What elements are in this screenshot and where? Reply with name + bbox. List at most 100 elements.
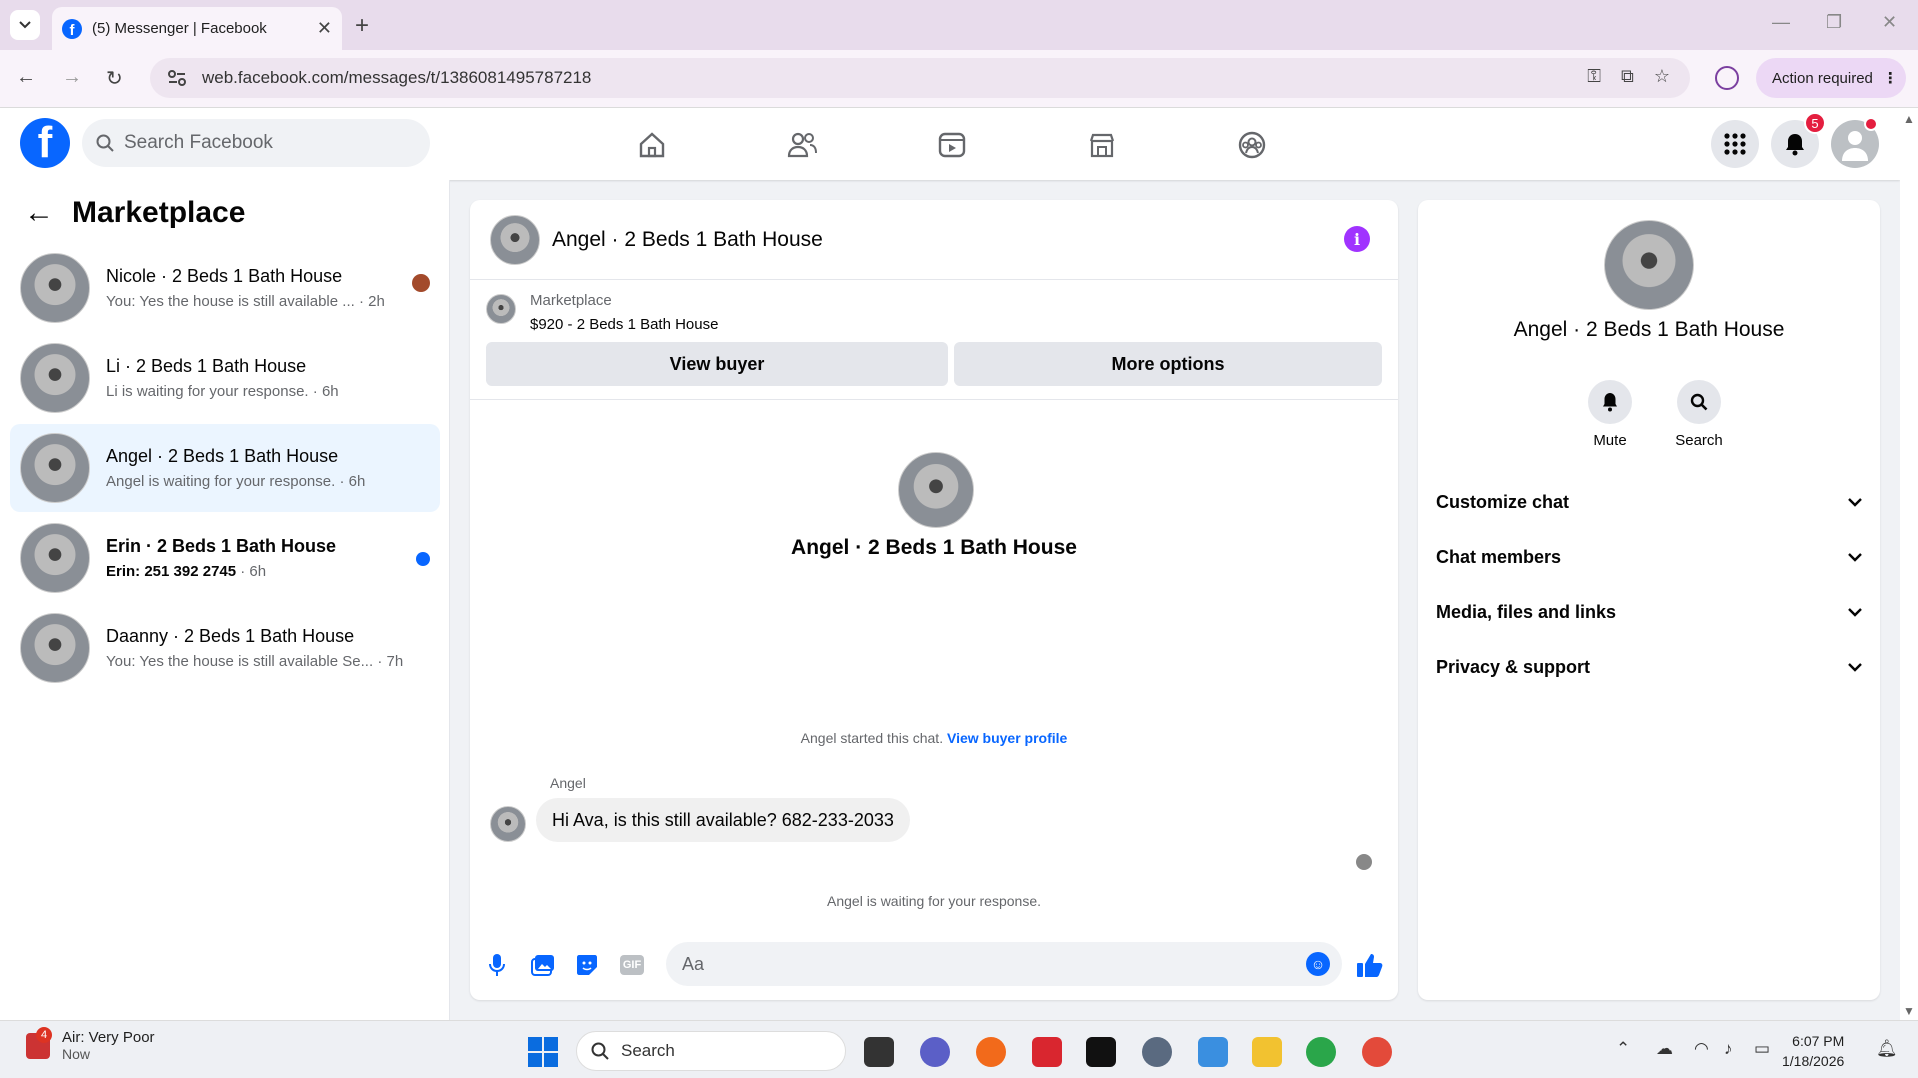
chat-members-section[interactable]: Chat members (1436, 535, 1862, 579)
more-options-button[interactable]: More options (954, 342, 1382, 386)
password-key-icon[interactable]: ⚿ (1587, 66, 1601, 87)
file-explorer-icon[interactable] (1252, 1037, 1282, 1067)
tray-overflow-chevron-icon[interactable]: ⌃ (1616, 1039, 1630, 1059)
new-tab-button[interactable]: + (355, 12, 369, 40)
battery-icon[interactable]: ▭ (1754, 1039, 1770, 1059)
chrome-icon[interactable] (1362, 1037, 1392, 1067)
onedrive-offline-icon[interactable]: ☁ (1656, 1039, 1673, 1059)
conversation-item-erin[interactable]: Erin · 2 Beds 1 Bath House Erin: 251 392… (10, 514, 440, 602)
view-buyer-profile-link[interactable]: View buyer profile (947, 730, 1067, 746)
task-view-icon[interactable] (864, 1037, 894, 1067)
settings-gear-icon[interactable] (1142, 1037, 1172, 1067)
conversation-preview: You: Yes the house is still available Se… (106, 653, 374, 670)
friends-icon[interactable] (782, 128, 822, 162)
facebook-favicon-icon: f (62, 18, 82, 39)
more-menu-icon[interactable]: ⋮ (1883, 69, 1898, 87)
wps-office-icon[interactable] (1032, 1037, 1062, 1067)
photo-attach-icon[interactable] (530, 952, 556, 978)
taskbar-clock[interactable]: 6:07 PM 1/18/2026 (1782, 1031, 1844, 1071)
browser-tab[interactable]: f (5) Messenger | Facebook ✕ (52, 7, 342, 50)
conversation-time: · 6h (240, 563, 267, 580)
thumbs-up-like-icon[interactable] (1356, 952, 1384, 985)
conversation-item-nicole[interactable]: Nicole · 2 Beds 1 Bath House You: Yes th… (10, 244, 440, 332)
mute-action[interactable]: Mute (1575, 380, 1645, 449)
action-required-button[interactable]: Action required ⋮ (1756, 58, 1906, 98)
conversation-preview: You: Yes the house is still available ..… (106, 293, 355, 310)
install-app-icon[interactable]: ⧉ (1621, 66, 1634, 87)
privacy-support-section[interactable]: Privacy & support (1436, 645, 1862, 689)
info-icon[interactable]: i (1344, 226, 1370, 252)
section-label: Chat members (1436, 546, 1562, 567)
tab-title: (5) Messenger | Facebook (92, 20, 267, 37)
chevron-down-icon (1848, 662, 1862, 672)
message-input[interactable]: Aa ☺ (666, 942, 1342, 986)
conversation-item-angel[interactable]: Angel · 2 Beds 1 Bath House Angel is wai… (10, 424, 440, 512)
bookmark-star-icon[interactable]: ☆ (1654, 66, 1670, 87)
site-info-icon[interactable] (168, 70, 186, 86)
search-icon[interactable] (1677, 380, 1721, 424)
scroll-up-arrow-icon[interactable]: ▲ (1903, 112, 1915, 126)
scroll-down-arrow-icon[interactable]: ▼ (1903, 1004, 1915, 1018)
weather-widget[interactable]: 4 Air: Very Poor Now (26, 1026, 155, 1062)
watch-video-icon[interactable] (932, 128, 972, 162)
media-files-links-section[interactable]: Media, files and links (1436, 590, 1862, 634)
conversation-item-daanny[interactable]: Daanny · 2 Beds 1 Bath House You: Yes th… (10, 604, 440, 692)
sender-avatar[interactable] (490, 806, 526, 842)
chat-title[interactable]: Angel · 2 Beds 1 Bath House (552, 228, 823, 252)
gif-icon[interactable]: GIF (620, 955, 644, 975)
back-arrow-icon[interactable]: ← (24, 196, 54, 230)
menu-grid-icon[interactable] (1711, 120, 1759, 168)
url-text: web.facebook.com/messages/t/138608149578… (202, 68, 592, 87)
chevron-down-icon (1848, 497, 1862, 507)
windows-taskbar: 4 Air: Very Poor Now Search ⌃ ☁ ◠ ♪ ▭ 6:… (0, 1020, 1918, 1078)
groups-icon[interactable] (1232, 128, 1272, 162)
chat-started-note: Angel started this chat. View buyer prof… (470, 730, 1398, 746)
reload-button[interactable]: ↻ (106, 66, 123, 91)
notification-bell-icon[interactable]: 🔔︎ (1876, 1039, 1898, 1059)
tab-search-button[interactable] (10, 10, 40, 40)
volume-icon[interactable]: ♪ (1724, 1039, 1733, 1059)
bell-icon[interactable] (1588, 380, 1632, 424)
restore-button[interactable]: ❐ (1826, 12, 1842, 33)
microphone-icon[interactable] (484, 952, 510, 978)
chat-started-text: Angel started this chat. (800, 730, 944, 746)
listing-price-title[interactable]: $920 - 2 Beds 1 Bath House (530, 316, 718, 333)
firefox-icon[interactable] (976, 1037, 1006, 1067)
chat-avatar[interactable] (490, 214, 540, 265)
chrome-profile-a-icon[interactable] (1306, 1037, 1336, 1067)
wifi-icon[interactable]: ◠ (1694, 1039, 1709, 1059)
message-sender-name: Angel (550, 775, 586, 791)
tab-close-icon[interactable]: ✕ (317, 18, 332, 39)
forward-button[interactable]: → (62, 66, 82, 89)
facebook-logo-icon[interactable]: f (20, 118, 70, 168)
conversation-time: · 7h (377, 653, 404, 670)
marketplace-icon[interactable] (1082, 128, 1122, 162)
chat-panel: Angel · 2 Beds 1 Bath House i Marketplac… (470, 200, 1398, 1000)
info-avatar[interactable] (1604, 220, 1694, 310)
home-icon[interactable] (632, 128, 672, 162)
sticker-icon[interactable] (574, 952, 600, 978)
search-action[interactable]: Search (1664, 380, 1734, 449)
chrome-profile-icon[interactable] (1715, 66, 1739, 90)
windows-start-icon[interactable] (528, 1037, 558, 1067)
marketplace-title: Marketplace (72, 196, 246, 229)
message-input-placeholder: Aa (682, 953, 705, 974)
facebook-search-input[interactable]: Search Facebook (82, 119, 430, 167)
waiting-response-note: Angel is waiting for your response. (827, 893, 1041, 909)
taskbar-search-input[interactable]: Search (576, 1031, 846, 1071)
marketplace-conversation-list: ← Marketplace Nicole · 2 Beds 1 Bath Hou… (0, 180, 450, 1020)
emoji-icon[interactable]: ☺ (1306, 952, 1330, 976)
back-button[interactable]: ← (16, 66, 36, 89)
conversation-name: Li · 2 Beds 1 Bath House (106, 356, 307, 376)
message-bubble[interactable]: Hi Ava, is this still available? 682-233… (536, 798, 910, 842)
view-buyer-button[interactable]: View buyer (486, 342, 948, 386)
minimize-button[interactable]: — (1772, 12, 1790, 33)
customize-chat-section[interactable]: Customize chat (1436, 480, 1862, 524)
teams-chat-icon[interactable] (920, 1037, 950, 1067)
snipping-tool-icon[interactable] (1198, 1037, 1228, 1067)
capcut-icon[interactable] (1086, 1037, 1116, 1067)
address-bar[interactable]: web.facebook.com/messages/t/138608149578… (150, 58, 1690, 98)
conversation-item-li[interactable]: Li · 2 Beds 1 Bath House Li is waiting f… (10, 334, 440, 422)
window-close-button[interactable]: ✕ (1882, 12, 1897, 33)
page-scrollbar[interactable] (1900, 108, 1918, 1020)
